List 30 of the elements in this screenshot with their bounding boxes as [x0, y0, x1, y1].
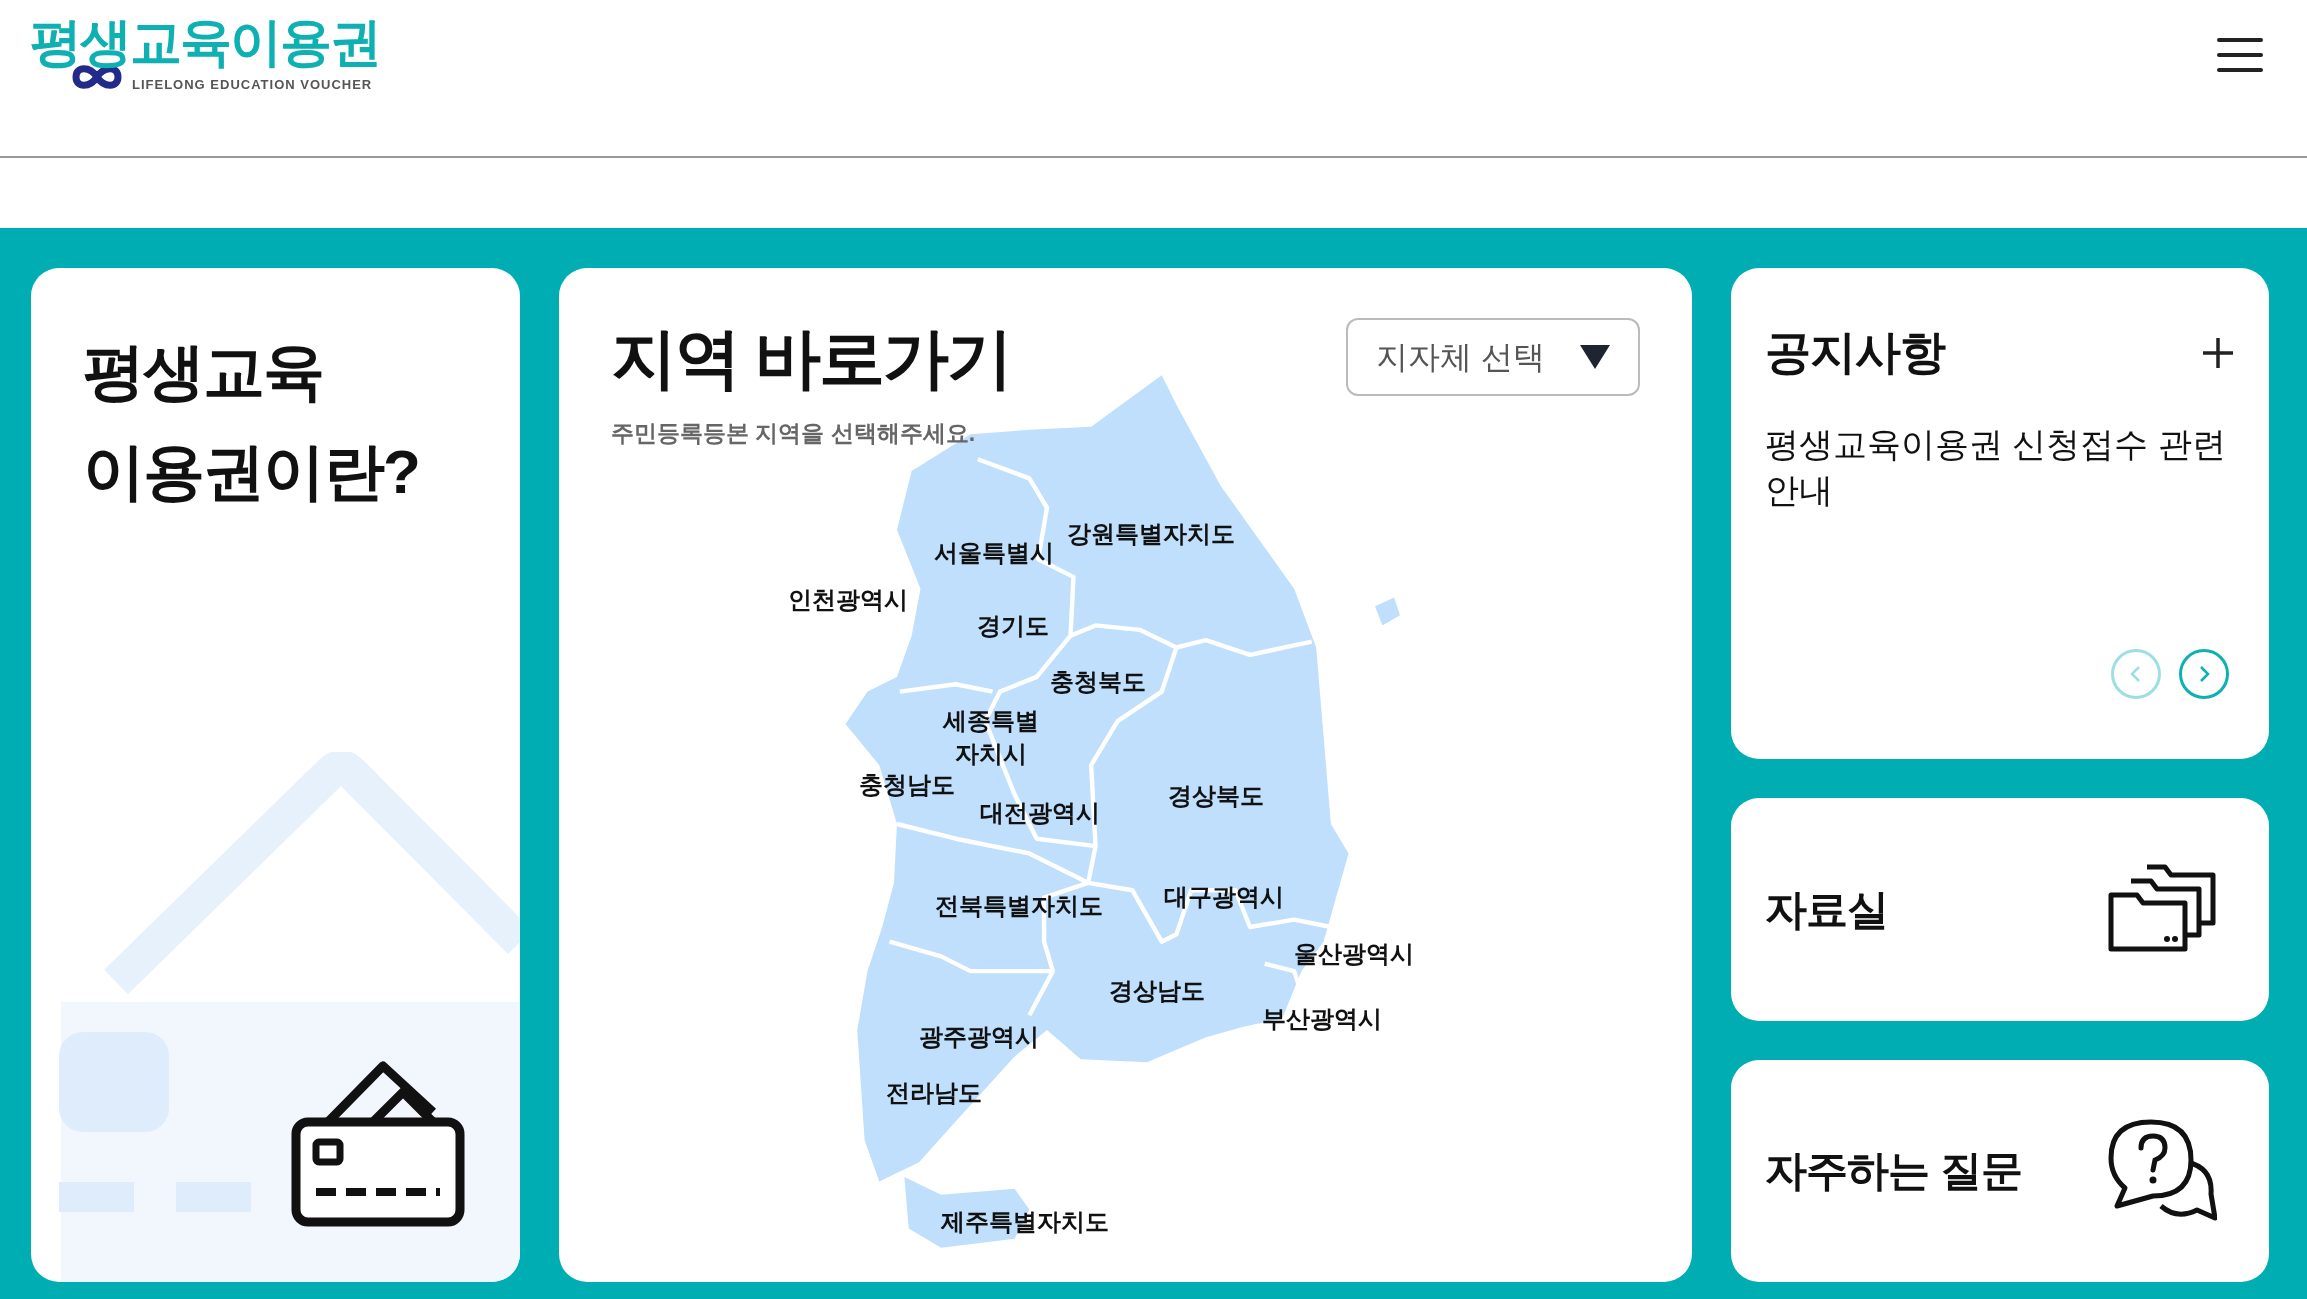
- region-label[interactable]: 인천광역시: [788, 582, 909, 616]
- region-label[interactable]: 전라남도: [885, 1075, 982, 1109]
- region-select[interactable]: 지자체 선택: [1346, 318, 1640, 396]
- region-label[interactable]: 경상남도: [1109, 973, 1206, 1007]
- section-title: 지역 바로가기: [611, 320, 1012, 397]
- card-title: 공지사항: [1765, 325, 1945, 380]
- section-subtitle: 주민등록등본 지역을 선택해주세요.: [611, 419, 977, 448]
- next-button[interactable]: [2179, 649, 2229, 699]
- region-label[interactable]: 대구광역시: [1163, 879, 1284, 913]
- region-label[interactable]: 광주광역시: [919, 1019, 1040, 1053]
- logo[interactable]: 평생교육이용권 LIFELONG EDUCATION VOUCHER: [30, 12, 430, 112]
- intro-card[interactable]: 평생교육 이용권이란?: [31, 268, 520, 1282]
- region-label[interactable]: 서울특별시: [934, 535, 1055, 569]
- region-label[interactable]: 전북특별자치도: [935, 888, 1104, 922]
- region-label[interactable]: 울산광역시: [1294, 936, 1415, 970]
- region-label[interactable]: 충청북도: [1050, 664, 1147, 698]
- region-label[interactable]: 경상북도: [1168, 778, 1265, 812]
- link-card[interactable]: 자료실: [1731, 798, 2269, 1021]
- link-card[interactable]: 자주하는 질문: [1731, 1059, 2269, 1282]
- region-label[interactable]: 경기도: [977, 608, 1050, 642]
- region-label[interactable]: 제주특별자치도: [940, 1204, 1109, 1238]
- notice-link[interactable]: 평생교육이용권 신청접수 관련 안내: [1765, 421, 2235, 513]
- region-label[interactable]: 대전광역시: [979, 795, 1100, 829]
- plus-icon[interactable]: [2201, 335, 2235, 370]
- region-label[interactable]: 부산광역시: [1262, 1001, 1383, 1035]
- dropdown-triangle-icon: [1580, 345, 1610, 369]
- region-label[interactable]: 강원특별자치도: [1067, 516, 1236, 550]
- card-title: 이용권이란?: [83, 436, 420, 508]
- card-title: 평생교육: [83, 336, 324, 408]
- menu-icon[interactable]: [2217, 36, 2263, 74]
